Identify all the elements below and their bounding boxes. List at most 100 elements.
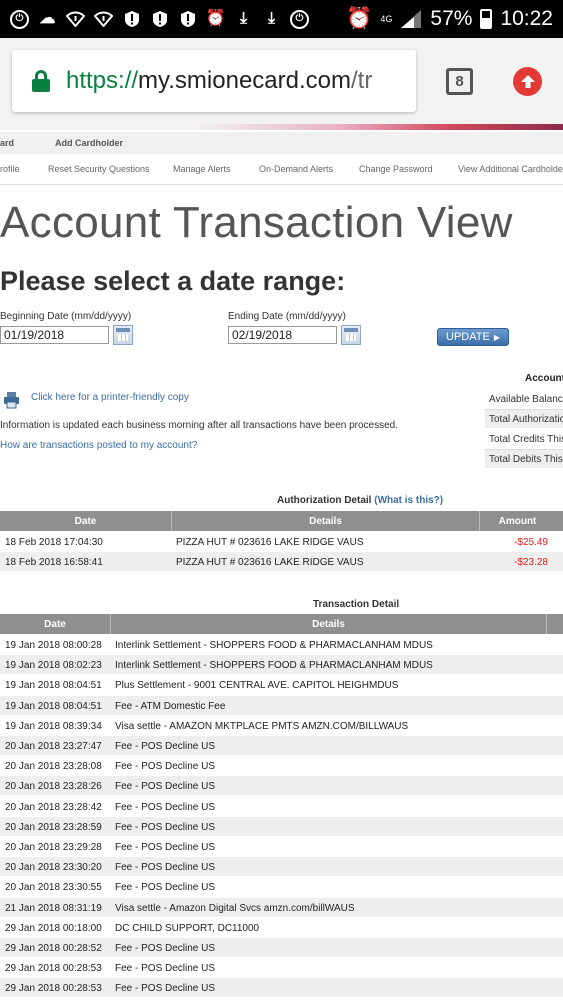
end-date-input[interactable] [228, 326, 337, 344]
network-type: 4G [380, 13, 393, 24]
nav-item-change-password[interactable]: Change Password [359, 164, 433, 174]
summary-total-debits: Total Debits This [485, 449, 563, 468]
alarm-icon: ⏰ [205, 10, 226, 27]
txn-row-date: 29 Jan 2018 00:28:53 [5, 983, 102, 995]
txn-table-row: 29 Jan 2018 00:18:00 DC CHILD SUPPORT, DC… [0, 918, 563, 938]
col-amount[interactable]: Amount [480, 516, 555, 527]
col-details[interactable]: Details [111, 619, 546, 630]
txn-table-row: 19 Jan 2018 08:39:34 Visa settle - AMAZON… [0, 716, 563, 736]
txn-row-date: 19 Jan 2018 08:00:28 [5, 640, 102, 651]
txn-row-details: DC CHILD SUPPORT, DC11000 [115, 922, 260, 934]
calendar-icon[interactable] [341, 325, 361, 345]
nav-item-add-cardholder[interactable]: Add Cardholder [55, 138, 123, 148]
address-bar[interactable]: https://my.smionecard.com/tr [12, 50, 416, 112]
txn-table-row: 19 Jan 2018 08:02:23 Interlink Settlement… [0, 655, 563, 676]
update-info-text: Information is updated each business mor… [0, 420, 399, 431]
wifi-alert-icon [94, 10, 113, 29]
auth-row-details: PIZZA HUT # 023616 LAKE RIDGE VAUS [176, 537, 364, 548]
calendar-icon[interactable] [113, 325, 133, 345]
sync-icon: ⏻ [10, 9, 29, 29]
txn-row-date: 20 Jan 2018 23:28:26 [5, 781, 102, 793]
txn-row-details: Fee - POS Decline US [115, 741, 216, 752]
auth-row-date: 18 Feb 2018 16:58:41 [5, 557, 103, 568]
arrow-right-icon: ▶ [493, 332, 500, 342]
printer-friendly-link[interactable]: Click here for a printer-friendly copy [31, 392, 189, 403]
txn-row-date: 20 Jan 2018 23:28:59 [5, 821, 102, 833]
auth-table-row: 18 Feb 2018 16:58:41 PIZZA HUT # 023616 L… [0, 552, 563, 572]
txn-row-details: Fee - POS Decline US [115, 943, 216, 954]
what-is-this-link[interactable]: (What is this?) [374, 495, 443, 506]
txn-table-row: 21 Jan 2018 08:31:19 Visa settle - Amazon… [0, 897, 563, 918]
auth-table-header: Date Details Amount [0, 511, 563, 531]
auth-detail-caption: Authorization Detail (What is this?) [277, 495, 443, 506]
nav-item-reset-security-questions[interactable]: Reset Security Questions [48, 164, 150, 174]
txn-detail-caption: Transaction Detail [313, 599, 400, 610]
update-button-label: UPDATE [446, 331, 490, 343]
txn-table-row: 29 Jan 2018 00:28:53 Fee - POS Decline US [0, 978, 563, 999]
nav-item-card[interactable]: ard [0, 138, 14, 148]
notification-icons: ⏻ ☁ ⏰ ⤓ ⤓ ⏻ [10, 9, 309, 29]
txn-row-details: Fee - POS Decline US [115, 963, 216, 975]
txn-row-date: 19 Jan 2018 08:02:23 [5, 660, 102, 672]
txn-row-date: 19 Jan 2018 08:04:51 [5, 700, 102, 712]
nav-item-profile[interactable]: rofile [0, 164, 20, 174]
signal-icon [401, 10, 422, 28]
summary-total-credits: Total Credits This [489, 434, 563, 445]
txn-row-date: 29 Jan 2018 00:28:53 [5, 963, 102, 975]
primary-nav: ard Add Cardholder [0, 132, 563, 154]
txn-row-details: Interlink Settlement - SHOPPERS FOOD & P… [115, 640, 433, 651]
update-button[interactable]: UPDATE ▶ [437, 328, 509, 346]
txn-table-row: 29 Jan 2018 00:28:53 Fee - POS Decline US [0, 958, 563, 979]
txn-row-date: 20 Jan 2018 23:30:20 [5, 862, 102, 874]
printer-icon[interactable] [3, 391, 20, 409]
col-date[interactable]: Date [0, 619, 110, 630]
alarm-icon: ⏰ [346, 7, 373, 30]
how-transactions-posted-link[interactable]: How are transactions posted to my accoun… [0, 440, 197, 451]
txn-row-date: 21 Jan 2018 08:31:19 [5, 902, 102, 914]
col-date[interactable]: Date [0, 516, 171, 527]
txn-table-row: 20 Jan 2018 23:28:59 Fee - POS Decline US [0, 816, 563, 837]
txn-row-details: Interlink Settlement - SHOPPERS FOOD & P… [115, 660, 433, 672]
txn-table-row: 20 Jan 2018 23:30:55 Fee - POS Decline US [0, 877, 563, 898]
site-accent-strip [0, 124, 563, 130]
txn-row-date: 20 Jan 2018 23:28:42 [5, 801, 102, 813]
txn-row-date: 29 Jan 2018 00:18:00 [5, 922, 102, 934]
txn-table-row: 19 Jan 2018 08:04:51 Fee - ATM Domestic F… [0, 695, 563, 716]
txn-row-details: Fee - POS Decline US [115, 821, 216, 833]
nav-divider [0, 184, 563, 185]
end-date-label: Ending Date (mm/dd/yyyy) [228, 311, 346, 322]
tab-switcher-button[interactable]: 8 [446, 68, 473, 95]
txn-table-row: 20 Jan 2018 23:30:20 Fee - POS Decline US [0, 857, 563, 878]
txn-row-details: Fee - POS Decline US [115, 882, 216, 894]
lock-icon [32, 70, 50, 92]
status-right: ⏰ 4G 57% 10:22 [346, 7, 553, 31]
browser-toolbar: https://my.smionecard.com/tr 8 [0, 38, 563, 124]
txn-table-row: 19 Jan 2018 08:00:28 Interlink Settlement… [0, 635, 563, 655]
auth-row-amount: -$25.49 [514, 537, 548, 548]
alert-icon [178, 10, 197, 29]
txn-row-details: Fee - POS Decline US [115, 781, 216, 793]
txn-row-date: 20 Jan 2018 23:29:28 [5, 842, 102, 853]
txn-row-details: Fee - POS Decline US [115, 801, 216, 813]
txn-table-row: 20 Jan 2018 23:29:28 Fee - POS Decline US [0, 837, 563, 857]
weather-icon: ☁ [39, 10, 56, 27]
url-path: /tr [351, 67, 373, 94]
clock: 10:22 [500, 7, 553, 30]
auth-detail-title: Authorization Detail [277, 495, 372, 506]
page-title: Account Transaction View [0, 198, 513, 247]
wifi-alert-icon [66, 10, 85, 29]
txn-row-details: Fee - POS Decline US [115, 842, 216, 853]
col-details[interactable]: Details [172, 516, 479, 527]
nav-item-manage-alerts[interactable]: Manage Alerts [173, 164, 231, 174]
nav-item-on-demand-alerts[interactable]: On-Demand Alerts [259, 164, 333, 174]
status-bar: ⏻ ☁ ⏰ ⤓ ⤓ ⏻ ⏰ 4G 57% 10:22 [0, 0, 563, 38]
battery-percent: 57% [430, 7, 473, 30]
nav-item-view-additional-cardholders[interactable]: View Additional Cardholders [458, 164, 563, 174]
upload-button[interactable] [513, 67, 542, 96]
auth-row-date: 18 Feb 2018 17:04:30 [5, 537, 103, 548]
battery-icon [480, 9, 493, 29]
begin-date-input[interactable] [0, 326, 109, 344]
secondary-nav: rofile Reset Security Questions Manage A… [0, 158, 563, 180]
auth-table-row: 18 Feb 2018 17:04:30 PIZZA HUT # 023616 L… [0, 532, 563, 552]
txn-row-date: 19 Jan 2018 08:39:34 [5, 720, 102, 732]
